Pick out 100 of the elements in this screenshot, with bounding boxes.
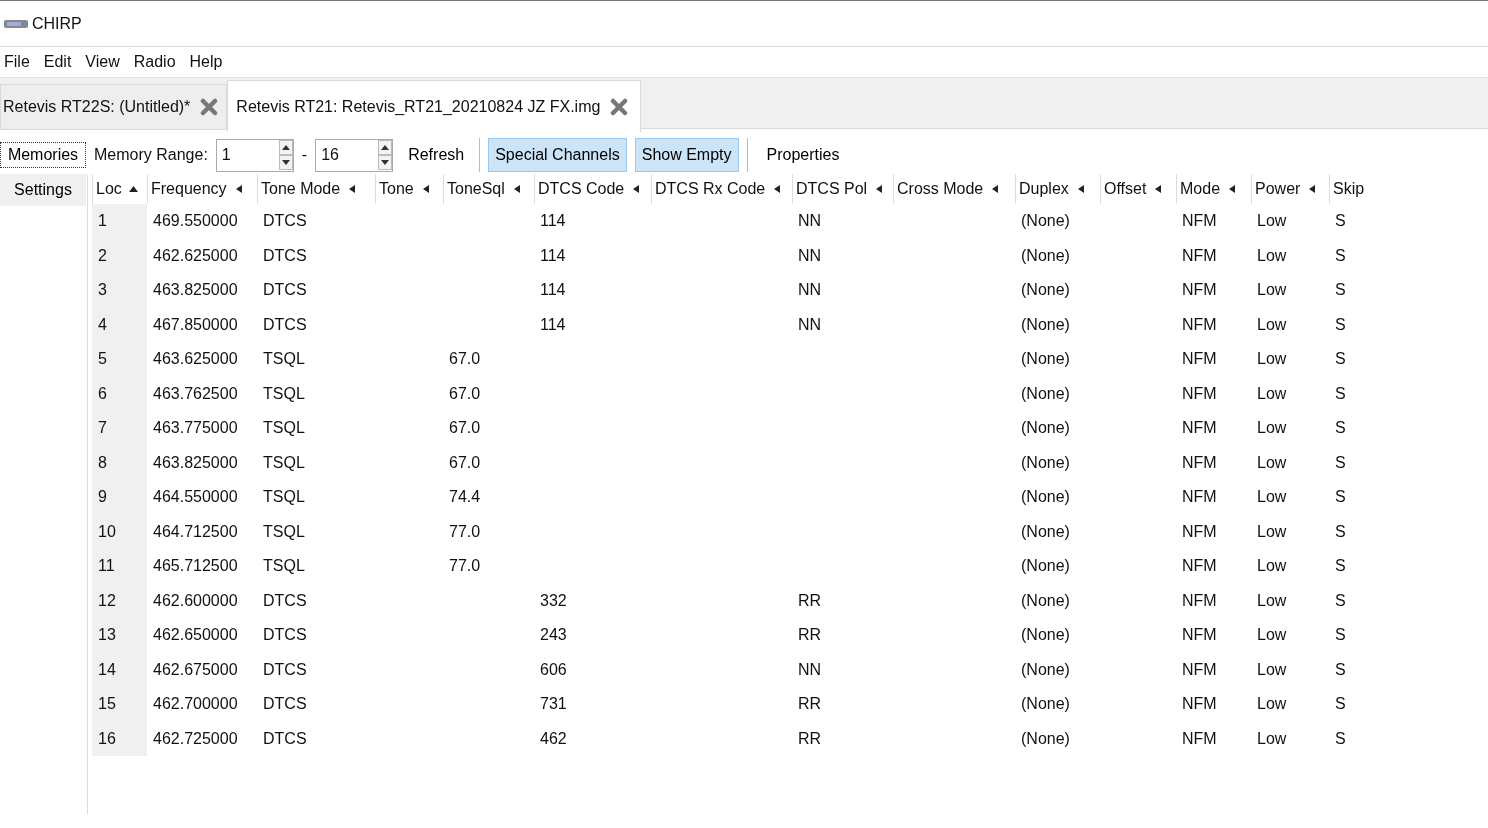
column-header[interactable]: Tone	[375, 174, 443, 204]
table-cell: 15	[92, 687, 147, 722]
table-cell-text: (None)	[1020, 452, 1071, 473]
column-header[interactable]: Mode	[1176, 174, 1251, 204]
table-cell-text: Low	[1256, 349, 1288, 370]
table-cell-text: (None)	[1020, 659, 1071, 680]
table-cell-text: TSQL	[262, 418, 306, 439]
tab[interactable]: Retevis RT21: Retevis_RT21_20210824 JZ FX.img	[227, 80, 642, 132]
table-cell-text: 463.825000	[152, 280, 239, 301]
table-cell-text: RR	[797, 694, 823, 715]
table-cell-text: TSQL	[262, 349, 306, 370]
table-cell-text: DTCS	[262, 211, 308, 232]
menu-item[interactable]: File	[0, 50, 40, 74]
table-cell-text: NFM	[1181, 590, 1218, 611]
close-icon[interactable]	[610, 97, 629, 116]
toggle-button[interactable]: Special Channels	[488, 138, 627, 172]
menu-item[interactable]: Edit	[39, 50, 82, 74]
table-cell-text: Low	[1256, 728, 1288, 749]
table-cell-text: (None)	[1020, 418, 1071, 439]
table-cell: 9	[92, 480, 147, 515]
column-header[interactable]: DTCS Code	[534, 174, 651, 204]
table-cell: 16	[92, 721, 147, 756]
table-cell-text: NFM	[1181, 728, 1218, 749]
column-header[interactable]: ToneSql	[443, 174, 534, 204]
column-header[interactable]: Offset	[1100, 174, 1176, 204]
spinner-arrows-icon[interactable]	[278, 140, 293, 170]
table-cell-text: Low	[1256, 556, 1288, 577]
table-cell-text: 464.712500	[152, 521, 239, 542]
table-cell-text: 74.4	[448, 487, 482, 508]
column-header[interactable]: Skip	[1329, 174, 1389, 204]
table-cell: 6	[92, 376, 147, 411]
table-cell-text: S	[1334, 383, 1347, 404]
table-cell-text: 463.625000	[152, 349, 239, 370]
table-cell-text: (None)	[1020, 728, 1071, 749]
table-cell-text: NFM	[1181, 314, 1218, 335]
table-cell-text: NN	[797, 659, 823, 680]
column-header[interactable]: Tone Mode	[257, 174, 375, 204]
table-cell-text: 114	[539, 245, 567, 266]
table-cell-text: NFM	[1181, 280, 1218, 301]
table-cell: 10	[92, 514, 147, 549]
table-cell-text: DTCS	[262, 590, 308, 611]
menu-item[interactable]: Help	[185, 50, 233, 74]
column-header[interactable]: Cross Mode	[893, 174, 1015, 204]
table-cell-text: 114	[539, 314, 567, 335]
table-cell-text: NN	[797, 314, 823, 335]
table-cell-text: Low	[1256, 211, 1288, 232]
table-cell-text: S	[1334, 556, 1347, 577]
menu-item[interactable]: Radio	[129, 50, 186, 74]
number-field[interactable]: 1	[215, 138, 294, 172]
table-cell-text: 469.550000	[152, 211, 239, 232]
table-cell-text: Low	[1256, 280, 1288, 301]
table-cell-text: 332	[539, 590, 568, 611]
table-cell-text: S	[1334, 659, 1347, 680]
number-field[interactable]: 16	[315, 138, 394, 172]
table-cell-text: NFM	[1181, 245, 1218, 266]
table-cell-text: (None)	[1020, 314, 1071, 335]
column-header[interactable]: Frequency	[147, 174, 257, 204]
side-tab[interactable]: Memories	[0, 142, 86, 168]
table-cell-text: S	[1334, 245, 1347, 266]
table-cell-text: 462.600000	[152, 590, 239, 611]
table-cell-text: 464.550000	[152, 487, 239, 508]
table-cell-text: 462	[539, 728, 568, 749]
table-cell-text: 462.675000	[152, 659, 239, 680]
side-tab[interactable]: Settings	[0, 174, 86, 206]
toggle-button[interactable]: Show Empty	[634, 138, 739, 172]
table-cell-text: 67.0	[448, 383, 482, 404]
window-title: CHIRP	[32, 13, 82, 34]
range-separator: -	[301, 145, 308, 165]
column-header[interactable]: DTCS Pol	[792, 174, 893, 204]
menu-item[interactable]: View	[81, 50, 130, 74]
table-cell-text: (None)	[1020, 383, 1071, 404]
refresh-button[interactable]: Refresh	[401, 138, 472, 172]
table-cell-text: 67.0	[448, 349, 482, 370]
column-header[interactable]: DTCS Rx Code	[651, 174, 792, 204]
table-cell-text: 114	[539, 280, 567, 301]
table-cell-text: DTCS	[262, 728, 308, 749]
column-header[interactable]: Power	[1251, 174, 1329, 204]
table-cell-text: DTCS	[262, 314, 308, 335]
table-cell-text: S	[1334, 349, 1347, 370]
table-cell-text: DTCS	[262, 245, 308, 266]
close-icon[interactable]	[200, 98, 219, 116]
table-cell-text: (None)	[1020, 694, 1071, 715]
range-label: Memory Range:	[94, 145, 208, 165]
table-cell-text: S	[1334, 728, 1347, 749]
column-header[interactable]: Duplex	[1015, 174, 1100, 204]
tab[interactable]: Retevis RT22S: (Untitled)*	[0, 84, 228, 130]
table-cell-text: 463.775000	[152, 418, 239, 439]
table-cell: 13	[92, 618, 147, 653]
table-cell-text: RR	[797, 590, 823, 611]
table-cell-text: NFM	[1181, 625, 1218, 646]
table-cell-text: NFM	[1181, 418, 1218, 439]
table-cell-text: NFM	[1181, 694, 1218, 715]
table-cell-text: NFM	[1181, 659, 1218, 680]
table-cell-text: NN	[797, 245, 823, 266]
table-cell-text: (None)	[1020, 349, 1071, 370]
properties-button[interactable]: Properties	[759, 138, 847, 172]
spinner-arrows-icon[interactable]	[378, 140, 393, 170]
table-cell: 8	[92, 445, 147, 480]
table-cell-text: Low	[1256, 694, 1288, 715]
table-cell-text: TSQL	[262, 556, 306, 577]
